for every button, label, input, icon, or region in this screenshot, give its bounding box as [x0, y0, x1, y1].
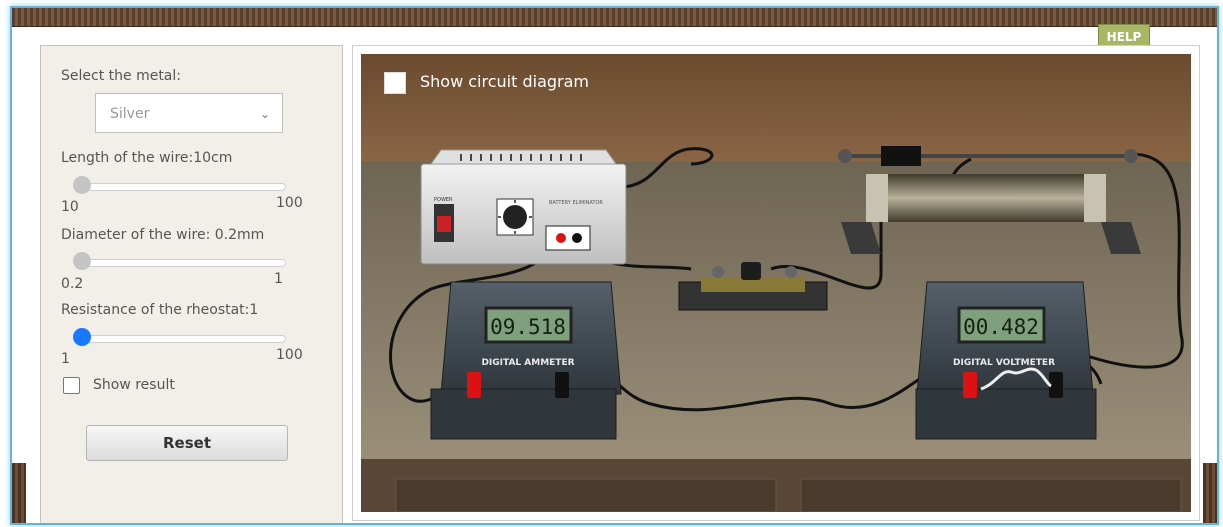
diameter-slider-thumb[interactable] — [73, 252, 91, 270]
left-wood-edge — [12, 463, 26, 523]
battery-label: BATTERY ELIMINATOR — [549, 200, 603, 206]
resistance-min: 1 — [61, 351, 70, 367]
circuit-diagram-checkbox[interactable] — [384, 72, 406, 94]
voltmeter-label: DIGITAL VOLTMETER — [953, 358, 1055, 368]
voltmeter-reading: 00.482 — [963, 315, 1039, 339]
control-panel: Select the metal: Silver ⌄ Length of the… — [40, 45, 343, 523]
battery-eliminator: POWER BATTERY ELIMINATOR — [420, 149, 627, 265]
top-wood-strip — [12, 8, 1217, 27]
resistance-label: Resistance of the rheostat:1 — [61, 302, 259, 318]
simulation-stage: POWER BATTERY ELIMINATOR 09.518 DIGITAL … — [352, 45, 1200, 521]
app-frame: HELP Select the metal: Silver ⌄ Length o… — [10, 6, 1219, 525]
chevron-down-icon: ⌄ — [259, 107, 270, 121]
metal-label: Select the metal: — [61, 68, 181, 84]
length-label: Length of the wire:10cm — [61, 150, 233, 166]
resistance-slider-thumb[interactable] — [73, 328, 91, 346]
table-drawer-right — [800, 478, 1182, 512]
diameter-max: 1 — [274, 271, 283, 287]
length-slider-thumb[interactable] — [73, 176, 91, 194]
right-wood-edge — [1203, 463, 1217, 523]
metal-select[interactable]: Silver ⌄ — [95, 93, 283, 133]
power-label: POWER — [434, 197, 453, 203]
ammeter-reading: 09.518 — [490, 315, 566, 339]
length-max: 100 — [276, 195, 303, 211]
metal-select-value: Silver — [110, 106, 150, 122]
ammeter-label: DIGITAL AMMETER — [481, 358, 574, 368]
reset-button[interactable]: Reset — [86, 425, 288, 461]
circuit-diagram-label: Show circuit diagram — [420, 72, 589, 91]
diameter-label: Diameter of the wire: 0.2mm — [61, 227, 265, 243]
length-min: 10 — [61, 199, 79, 215]
digital-voltmeter: 00.482 DIGITAL VOLTMETER — [915, 281, 1097, 440]
diameter-slider[interactable] — [73, 252, 286, 270]
wall — [361, 54, 1191, 164]
length-slider[interactable] — [73, 176, 286, 194]
table-drawer-left — [395, 478, 777, 512]
show-result-checkbox[interactable] — [63, 377, 80, 394]
lab-scene: POWER BATTERY ELIMINATOR 09.518 DIGITAL … — [361, 54, 1191, 512]
diameter-min: 0.2 — [61, 276, 84, 292]
digital-ammeter: 09.518 DIGITAL AMMETER — [430, 281, 622, 440]
resistance-slider[interactable] — [73, 328, 286, 346]
show-result-label: Show result — [93, 377, 175, 393]
resistance-max: 100 — [276, 347, 303, 363]
